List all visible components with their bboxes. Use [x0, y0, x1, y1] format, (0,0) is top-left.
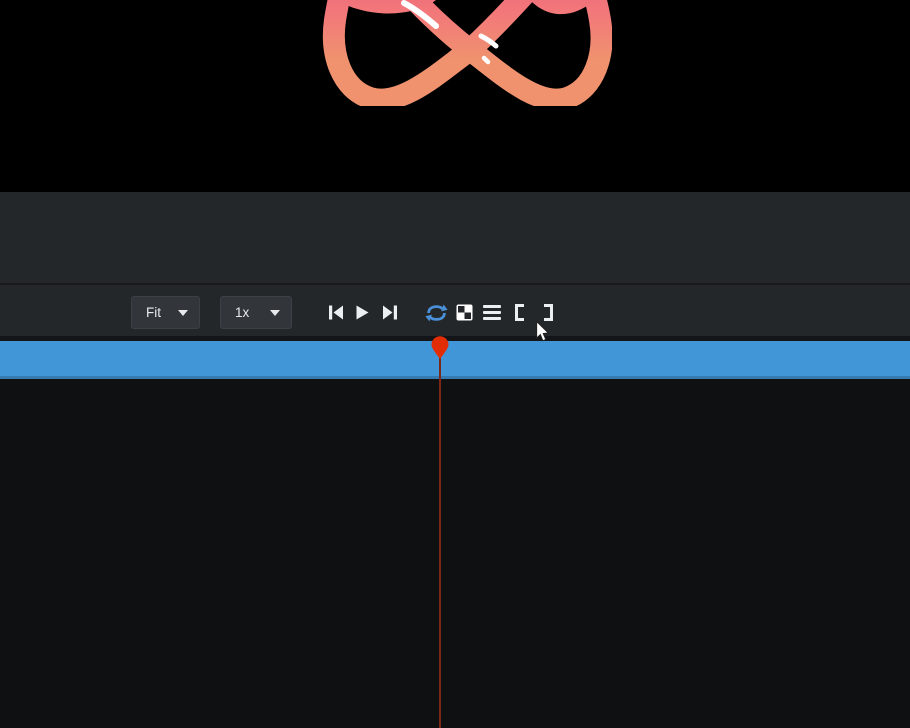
chevron-down-icon [178, 310, 188, 316]
speed-select[interactable]: 1x [220, 296, 292, 329]
hamburger-icon [483, 305, 501, 321]
skip-to-start-icon [328, 305, 344, 320]
logo-top-band [344, 0, 592, 14]
skip-to-end-button[interactable] [380, 296, 400, 329]
animation-player-window: Fit 1x [0, 0, 910, 728]
pretzel-logo-animation [322, 0, 612, 106]
checkerboard-background-button[interactable] [454, 296, 474, 329]
play-button[interactable] [352, 296, 372, 329]
timeline-tracks-area [0, 379, 910, 728]
playhead-marker[interactable] [429, 336, 451, 360]
panel-background [0, 192, 910, 283]
loop-icon [425, 304, 448, 322]
speed-select-value: 1x [235, 306, 249, 320]
close-bracket-icon [544, 304, 553, 321]
checkerboard-icon [456, 304, 473, 321]
skip-to-end-icon [382, 305, 398, 320]
chevron-down-icon [270, 310, 280, 316]
menu-button[interactable] [481, 296, 503, 329]
loop-toggle-button[interactable] [423, 296, 449, 329]
play-icon [356, 305, 369, 320]
player-toolbar: Fit 1x [0, 285, 910, 336]
open-bracket-icon [515, 304, 524, 321]
in-point-button[interactable] [512, 296, 526, 329]
out-point-button[interactable] [541, 296, 555, 329]
playhead-line [439, 356, 441, 728]
skip-to-start-button[interactable] [326, 296, 346, 329]
zoom-select[interactable]: Fit [131, 296, 200, 329]
timeline-scrubber[interactable] [0, 341, 910, 379]
preview-area [0, 0, 910, 192]
zoom-select-value: Fit [146, 306, 161, 320]
